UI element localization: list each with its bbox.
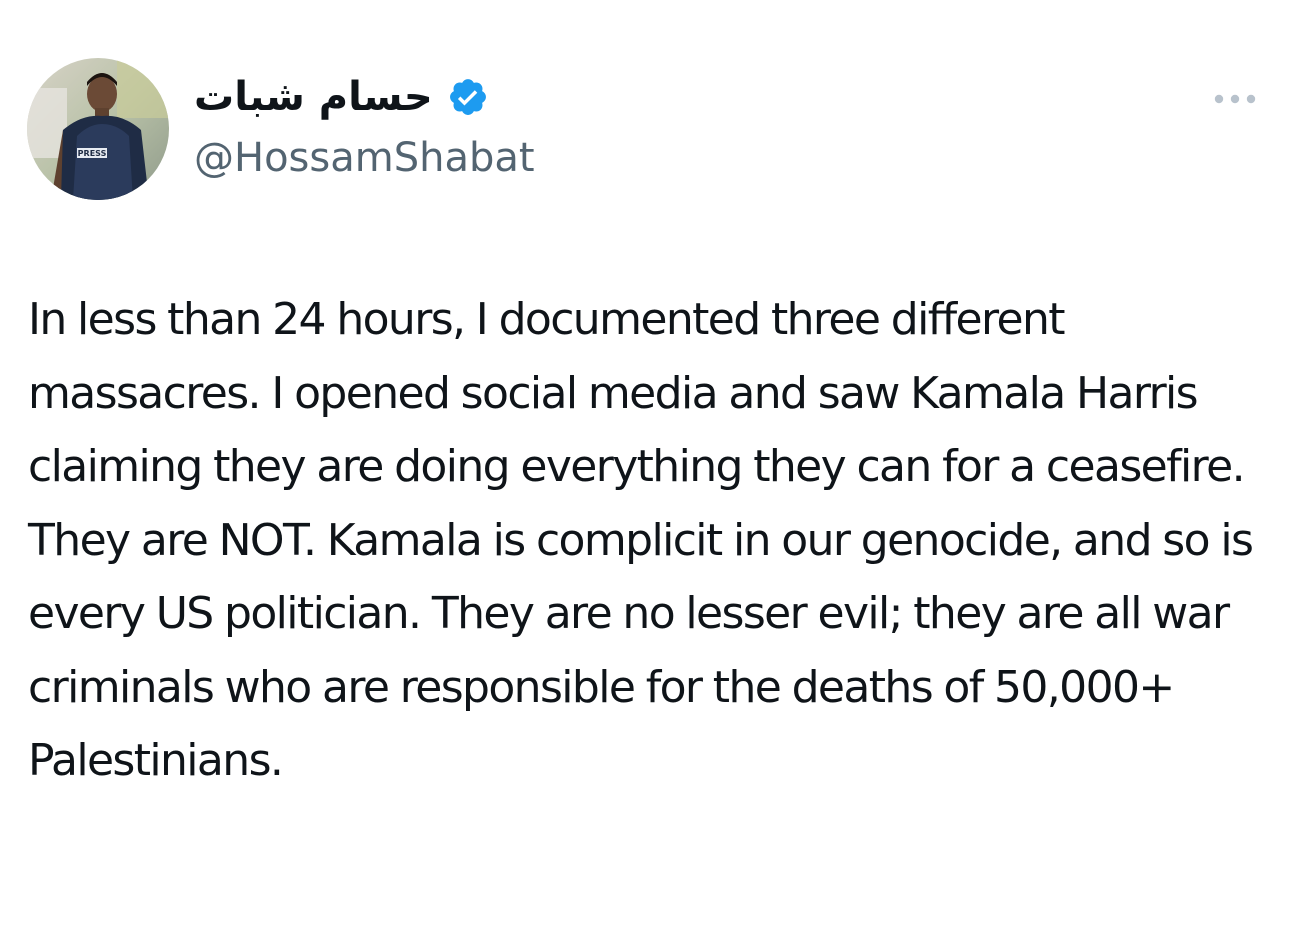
verified-badge-icon[interactable]	[447, 76, 489, 118]
display-name[interactable]: حسام شبات	[194, 67, 433, 127]
tweet-text: In less than 24 hours, I documented thre…	[28, 294, 1254, 786]
tweet-header: حسام شبات @HossamShabat	[194, 66, 535, 188]
user-handle[interactable]: @HossamShabat	[194, 128, 535, 188]
avatar[interactable]: PRESS	[27, 58, 169, 200]
press-badge: PRESS	[78, 149, 107, 158]
name-row: حسام شبات	[194, 66, 535, 128]
tweet-card: PRESS حسام شبات @HossamShabat In less th…	[0, 0, 1290, 935]
more-options-icon[interactable]	[1210, 86, 1260, 112]
